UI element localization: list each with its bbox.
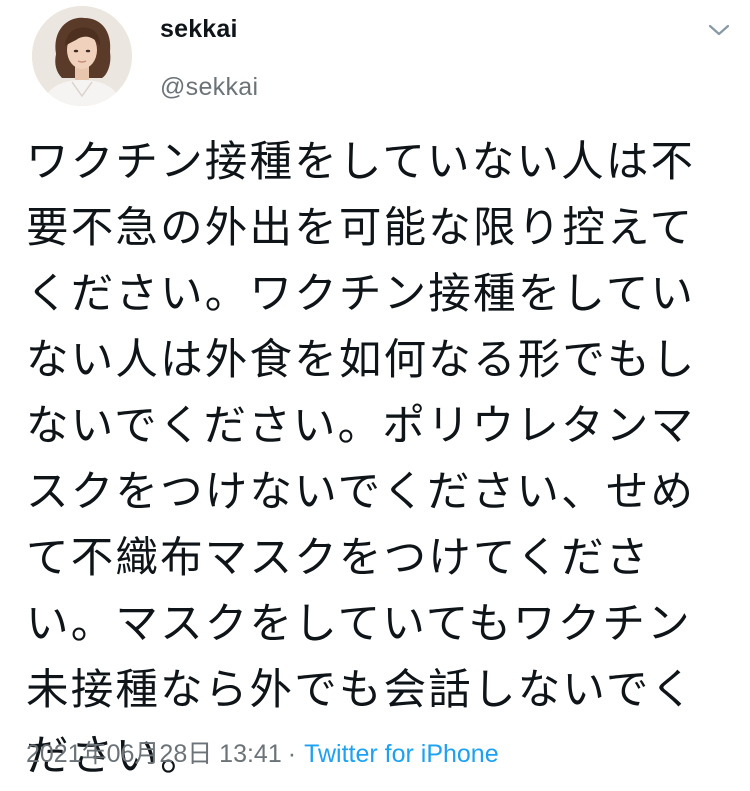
timestamp[interactable]: 2021年06月28日 13:41 bbox=[26, 740, 282, 768]
tweet-text-line: ください。ワクチン接種をしてい bbox=[26, 270, 696, 319]
tweet-card: sekkai @sekkai ワクチン接種をしていない人は不 要不急の外出を可能… bbox=[0, 0, 750, 791]
tweet-text-line: て不織布マスクをつけてくださ bbox=[26, 534, 651, 583]
tweet-text-line: 要不急の外出を可能な限り控えて bbox=[26, 204, 695, 253]
tweet-meta: 2021年06月28日 13:41 · Twitter for iPhone bbox=[26, 739, 499, 769]
chevron-down-icon[interactable] bbox=[706, 20, 732, 40]
tweet-text-line: い。マスクをしていてもワクチン bbox=[26, 600, 692, 649]
avatar[interactable] bbox=[32, 6, 132, 106]
tweet-text-line: ない人は外食を如何なる形でもし bbox=[26, 336, 697, 385]
meta-separator: · bbox=[287, 740, 297, 768]
source-link[interactable]: Twitter for iPhone bbox=[304, 740, 499, 768]
tweet-text-line: 未接種なら外でも会話しないでく bbox=[26, 666, 696, 715]
tweet-text: ワクチン接種をしていない人は不 要不急の外出を可能な限り控えて ください。ワクチ… bbox=[26, 130, 738, 790]
tweet-text-line: ないでください。ポリウレタンマ bbox=[26, 402, 696, 451]
avatar-photo bbox=[32, 6, 132, 106]
tweet-text-line: ワクチン接種をしていない人は不 bbox=[26, 138, 696, 187]
display-name[interactable]: sekkai bbox=[160, 14, 238, 44]
tweet-text-line: スクをつけないでください、せめ bbox=[26, 468, 696, 517]
user-handle[interactable]: @sekkai bbox=[160, 72, 258, 102]
